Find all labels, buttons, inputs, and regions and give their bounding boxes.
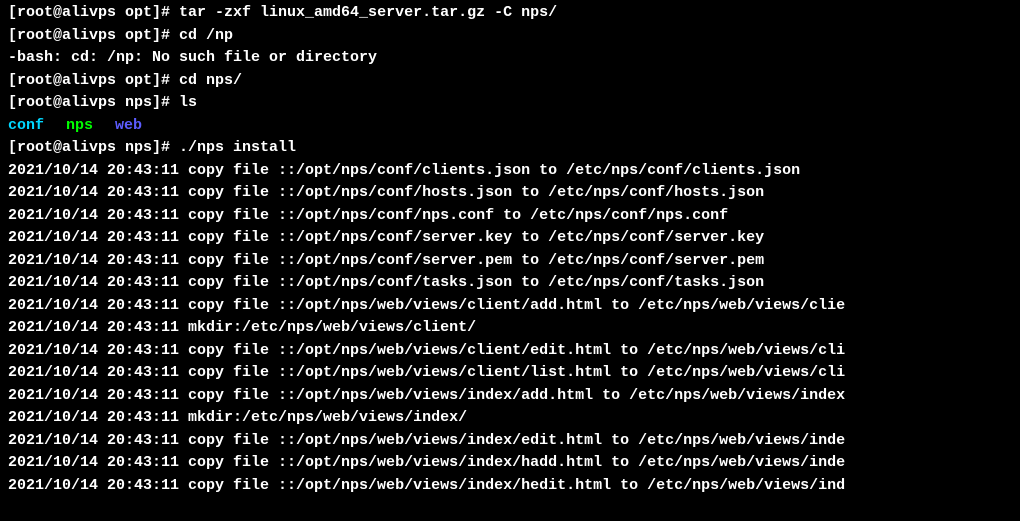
command-text: cd /np [179,27,233,44]
output-line: 2021/10/14 20:43:11 copy file ::/opt/nps… [8,295,1012,318]
output-line: 2021/10/14 20:43:11 mkdir:/etc/nps/web/v… [8,317,1012,340]
output-line: 2021/10/14 20:43:11 mkdir:/etc/nps/web/v… [8,407,1012,430]
exe-entry-nps: nps [66,117,93,134]
ls-output: conf nps web [8,115,1012,138]
prompt: [root@alivps opt]# [8,27,179,44]
output-line: 2021/10/14 20:43:11 copy file ::/opt/nps… [8,205,1012,228]
output-line: 2021/10/14 20:43:11 copy file ::/opt/nps… [8,340,1012,363]
dir-entry-web: web [115,117,142,134]
output-line: 2021/10/14 20:43:11 copy file ::/opt/nps… [8,160,1012,183]
dir-entry-conf: conf [8,117,44,134]
command-text: ls [179,94,197,111]
output-line: 2021/10/14 20:43:11 copy file ::/opt/nps… [8,452,1012,475]
command-text: tar -zxf linux_amd64_server.tar.gz -C np… [179,4,557,21]
output-line: 2021/10/14 20:43:11 copy file ::/opt/nps… [8,362,1012,385]
prompt: [root@alivps nps]# [8,139,179,156]
output-line: 2021/10/14 20:43:11 copy file ::/opt/nps… [8,475,1012,498]
output-line: 2021/10/14 20:43:11 copy file ::/opt/nps… [8,227,1012,250]
output-line: 2021/10/14 20:43:11 copy file ::/opt/nps… [8,182,1012,205]
prompt: [root@alivps nps]# [8,94,179,111]
command-line: [root@alivps opt]# cd nps/ [8,70,1012,93]
prompt: [root@alivps opt]# [8,72,179,89]
command-line: [root@alivps opt]# tar -zxf linux_amd64_… [8,2,1012,25]
output-line: 2021/10/14 20:43:11 copy file ::/opt/nps… [8,272,1012,295]
command-line: [root@alivps nps]# ./nps install [8,137,1012,160]
output-line: 2021/10/14 20:43:11 copy file ::/opt/nps… [8,430,1012,453]
command-text: ./nps install [179,139,296,156]
command-line: [root@alivps nps]# ls [8,92,1012,115]
error-line: -bash: cd: /np: No such file or director… [8,47,1012,70]
output-line: 2021/10/14 20:43:11 copy file ::/opt/nps… [8,250,1012,273]
output-line: 2021/10/14 20:43:11 copy file ::/opt/nps… [8,385,1012,408]
command-line: [root@alivps opt]# cd /np [8,25,1012,48]
terminal-output[interactable]: [root@alivps opt]# tar -zxf linux_amd64_… [8,2,1012,497]
prompt: [root@alivps opt]# [8,4,179,21]
command-text: cd nps/ [179,72,242,89]
